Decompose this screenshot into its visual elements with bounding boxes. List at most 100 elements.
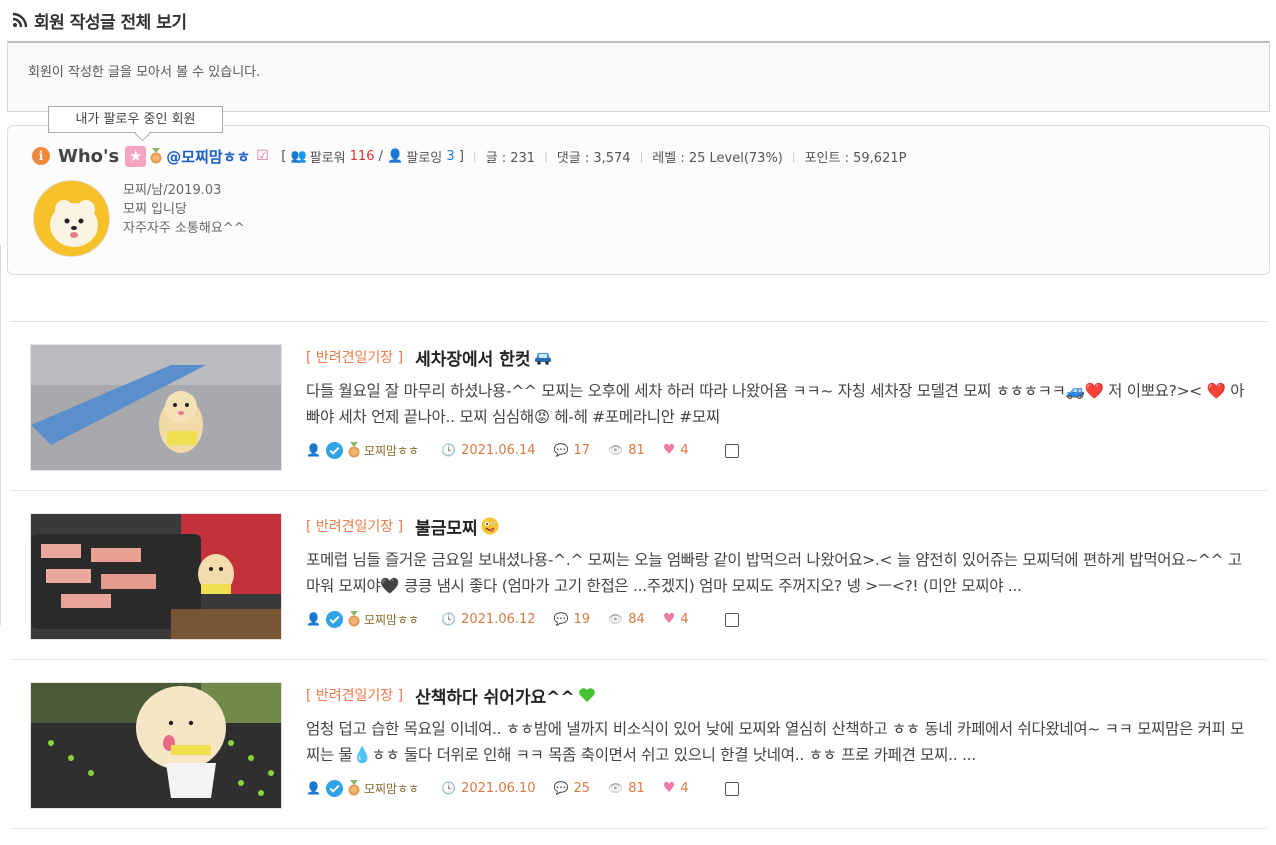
users-icon: 👥	[286, 148, 307, 164]
post-comments: 💬 25	[554, 781, 591, 796]
post-meta: 👤 모찌맘ㅎㅎ 🕓 2021.06.12 💬 19 👁 84 ♥ 4	[306, 608, 1251, 630]
post-item[interactable]: [ 반려견일기장 ] 산책하다 쉬어가요^^ 엄청 덥고 습한 목요일 이네여.…	[10, 660, 1267, 829]
post-title[interactable]: 산책하다 쉬어가요^^	[415, 683, 575, 708]
post-title-row[interactable]: [ 반려견일기장 ] 세차장에서 한컷	[306, 342, 1251, 372]
verified-badge-icon	[325, 610, 344, 628]
profile-summary: i Who's ★ @모찌맘ㅎㅎ ☑ [ 👥 팔로워 116 / 👤 팔로잉 3…	[32, 144, 906, 168]
separator: |	[544, 149, 548, 163]
post-body: [ 반려견일기장 ] 세차장에서 한컷 다들 월요일 잘 마무리 하셨나용-^^…	[306, 342, 1251, 461]
post-comments-value: 25	[573, 780, 591, 796]
clock-icon: 🕓	[441, 612, 457, 626]
post-meta: 👤 모찌맘ㅎㅎ 🕓 2021.06.14 💬 17 👁 81 ♥ 4	[306, 439, 1251, 461]
post-likes-value: 4	[680, 780, 689, 796]
description-text: 회원이 작성한 글을 모아서 볼 수 있습니다.	[28, 65, 261, 80]
post-views: 👁 84	[608, 612, 645, 627]
bronze-medal-icon	[150, 148, 162, 164]
comment-icon: 💬	[553, 612, 569, 626]
post-views: 👁 81	[608, 443, 645, 458]
follower-label: 팔로워	[309, 150, 346, 166]
green-heart-icon	[578, 688, 595, 702]
user-icon: 👤	[306, 443, 321, 457]
post-select-checkbox[interactable]	[724, 782, 739, 796]
post-views-value: 84	[628, 611, 645, 627]
post-title[interactable]: 세차장에서 한컷	[415, 345, 530, 370]
following-count[interactable]: 3	[446, 149, 454, 164]
post-item[interactable]: [ 반려견일기장 ] 불금모찌 포메럽 님들 즐거운 금요일 보내셨나용-^.^…	[10, 491, 1267, 660]
post-category[interactable]: [ 반려견일기장 ]	[306, 685, 403, 705]
post-author[interactable]: 모찌맘ㅎㅎ	[364, 780, 419, 797]
follower-count[interactable]: 116	[350, 149, 375, 164]
page-title: 회원 작성글 전체 보기	[34, 12, 187, 33]
post-select-checkbox[interactable]	[724, 444, 739, 458]
post-item[interactable]: [ 반려견일기장 ] 세차장에서 한컷 다들 월요일 잘 마무리 하셨나용-^^…	[10, 322, 1267, 491]
post-body: [ 반려견일기장 ] 산책하다 쉬어가요^^ 엄청 덥고 습한 목요일 이네여.…	[306, 680, 1251, 799]
post-views-value: 81	[628, 780, 645, 796]
post-date: 🕓 2021.06.10	[441, 781, 535, 796]
post-date-value: 2021.06.12	[461, 611, 536, 627]
car-wash-photo	[31, 345, 281, 470]
post-comments-value: 17	[573, 442, 591, 458]
user-icon: 👤	[306, 612, 321, 626]
post-excerpt[interactable]: 포메럽 님들 즐거운 금요일 보내셨나용-^.^ 모찌는 오늘 엄빠랑 같이 밥…	[306, 547, 1251, 599]
follow-tooltip: 내가 팔로우 중인 회원	[48, 106, 223, 133]
clock-icon: 🕓	[441, 781, 457, 795]
post-excerpt[interactable]: 다들 월요일 잘 마무리 하셨나용-^^ 모찌는 오후에 세차 하러 따라 나왔…	[306, 378, 1251, 430]
left-rule	[0, 245, 1, 625]
clock-icon: 🕓	[441, 443, 457, 457]
cafe-photo	[31, 683, 281, 808]
separator: |	[639, 149, 644, 163]
nickname-link[interactable]: @모찌맘ㅎㅎ	[166, 146, 250, 167]
profile-stats: [ 👥 팔로워 116 / 👤 팔로잉 3 ] | 글 : 231 | 댓글 :…	[281, 148, 907, 166]
post-date-value: 2021.06.10	[461, 780, 536, 796]
page-header: 회원 작성글 전체 보기	[12, 8, 187, 33]
post-select-checkbox[interactable]	[724, 613, 739, 627]
post-views-value: 81	[628, 442, 645, 458]
car-icon	[534, 353, 551, 365]
comment-icon: 💬	[553, 443, 569, 457]
dog-avatar-image	[34, 181, 109, 256]
profile-info-line: 모찌/남/2019.03	[123, 183, 222, 198]
profile-card: i Who's ★ @모찌맘ㅎㅎ ☑ [ 👥 팔로워 116 / 👤 팔로잉 3…	[7, 125, 1270, 275]
post-category[interactable]: [ 반려견일기장 ]	[306, 516, 403, 536]
bronze-medal-icon	[348, 442, 360, 458]
post-meta: 👤 모찌맘ㅎㅎ 🕓 2021.06.10 💬 25 👁 81 ♥ 4	[306, 777, 1251, 799]
post-thumbnail[interactable]	[30, 344, 282, 471]
post-comments: 💬 19	[554, 612, 591, 627]
post-date: 🕓 2021.06.14	[441, 443, 535, 458]
description-box: 회원이 작성한 글을 모아서 볼 수 있습니다.	[7, 41, 1270, 112]
post-views: 👁 81	[608, 781, 645, 796]
post-date-value: 2021.06.14	[461, 442, 536, 458]
post-title[interactable]: 불금모찌	[415, 514, 478, 539]
user-plus-icon: 👤	[387, 148, 404, 164]
crazy-face-icon	[481, 517, 499, 535]
bbq-photo	[31, 514, 281, 639]
checkbox-icon[interactable]: ☑	[256, 148, 271, 164]
post-thumbnail[interactable]	[30, 682, 282, 809]
bronze-medal-icon	[348, 780, 360, 796]
post-likes: ♥ 4	[663, 611, 689, 627]
post-comments-value: 19	[573, 611, 591, 627]
bronze-medal-icon	[348, 611, 360, 627]
post-thumbnail[interactable]	[30, 513, 282, 640]
rss-icon	[12, 12, 28, 28]
profile-info-line: 자주자주 소통해요^^	[123, 221, 245, 236]
heart-icon: ♥	[662, 780, 676, 796]
user-icon: 👤	[306, 781, 321, 795]
post-likes-value: 4	[680, 611, 689, 627]
heart-icon: ♥	[662, 442, 676, 458]
post-category[interactable]: [ 반려견일기장 ]	[306, 347, 403, 367]
following-label: 팔로잉	[406, 150, 443, 166]
post-count: 글 : 231	[485, 150, 536, 166]
post-excerpt[interactable]: 엄청 덥고 습한 목요일 이네여.. ㅎㅎ밤에 낼까지 비소식이 있어 낮에 모…	[306, 716, 1251, 768]
eye-icon: 👁	[608, 781, 624, 795]
level: 레벨 : 25 Level(73%)	[652, 150, 783, 166]
post-likes: ♥ 4	[663, 780, 689, 796]
profile-info-line: 모찌 입니당	[123, 202, 187, 217]
post-author[interactable]: 모찌맘ㅎㅎ	[364, 442, 419, 459]
post-title-row[interactable]: [ 반려견일기장 ] 산책하다 쉬어가요^^	[306, 680, 1251, 710]
post-author[interactable]: 모찌맘ㅎㅎ	[364, 611, 419, 628]
separator: |	[791, 149, 796, 163]
star-icon: ★	[125, 145, 147, 167]
avatar[interactable]	[33, 180, 110, 257]
post-title-row[interactable]: [ 반려견일기장 ] 불금모찌	[306, 511, 1251, 541]
